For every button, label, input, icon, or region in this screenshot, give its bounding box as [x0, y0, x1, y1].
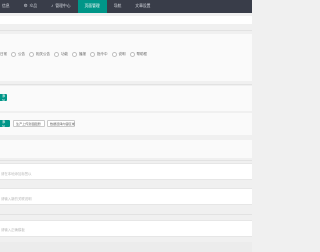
radio-circle-icon [129, 51, 135, 57]
radio-option-description[interactable]: 说明 [111, 51, 126, 57]
tag-input-placeholder: 请在本地添加标签以 [1, 172, 32, 176]
radio-circle-icon [90, 51, 95, 57]
upload-cover-button[interactable]: 生产上传封面图册 [13, 120, 45, 127]
nav-item-label: 信息 [2, 4, 10, 8]
radio-circle-icon [54, 51, 59, 57]
nav-item-products[interactable]: ⚙ 众品 [17, 0, 45, 13]
divider [0, 214, 252, 215]
header-strip [0, 16, 252, 24]
spacer-panel [0, 140, 252, 158]
divider [0, 30, 252, 31]
radio-lead-label: 日常 [0, 51, 7, 56]
nav-item-article-settings[interactable]: 文章设置 [128, 0, 157, 13]
radio-circle-icon [11, 51, 16, 57]
divider [0, 84, 252, 85]
radio-option-broadcast[interactable]: 播报 [72, 51, 86, 57]
description-input[interactable]: 请输入新的关联说明 [0, 188, 252, 205]
radio-circle-icon [111, 51, 117, 57]
gear-icon: ⚙ [23, 3, 28, 9]
action-panel [0, 86, 252, 111]
radio-option-help[interactable]: 帮助框 [129, 51, 147, 57]
nav-item-page-management[interactable]: 页面管理 [77, 0, 107, 13]
nav-item-navigation[interactable]: 导航 [107, 0, 129, 13]
add-image-button[interactable]: 添加 [0, 120, 10, 129]
nav-item-label: 页面管理 [84, 4, 100, 8]
radio-option-related-notice[interactable]: 相关公告 [29, 51, 50, 57]
nav-item-label: 导航 [113, 4, 122, 8]
radio-circle-icon [72, 51, 77, 57]
nav-item-label: 文章设置 [135, 4, 151, 8]
nav-item-label: 众品 [29, 4, 38, 8]
category-radio-group: 日常 公告 相关公告 功能 播报 指令中 说明 帮助框 [0, 50, 147, 58]
nav-item-management-center[interactable]: ♪ 管理中心 [44, 0, 77, 13]
nav-item-info[interactable]: 信息 [0, 0, 17, 13]
top-navigation: 信息 ⚙ 众品 ♪ 管理中心 页面管理 导航 文章设置 [0, 0, 252, 13]
music-note-icon: ♪ [51, 3, 54, 9]
template-input[interactable]: 请输入正确模板 [0, 220, 252, 237]
radio-option-command[interactable]: 指令中 [90, 51, 108, 57]
radio-option-notice[interactable]: 公告 [11, 51, 25, 57]
description-input-placeholder: 请输入新的关联说明 [1, 197, 32, 201]
radio-circle-icon [29, 51, 34, 57]
nav-item-label: 管理中心 [55, 4, 71, 8]
bottom-bar [0, 242, 252, 252]
divider [0, 160, 252, 161]
tag-input[interactable]: 请在本地添加标签以 [0, 163, 252, 180]
radio-option-feature[interactable]: 功能 [54, 51, 68, 57]
add-button[interactable]: 添加 [0, 94, 7, 103]
select-content-button[interactable]: 数据选择内容区域 [47, 120, 75, 127]
template-input-placeholder: 请输入正确模板 [1, 228, 25, 232]
